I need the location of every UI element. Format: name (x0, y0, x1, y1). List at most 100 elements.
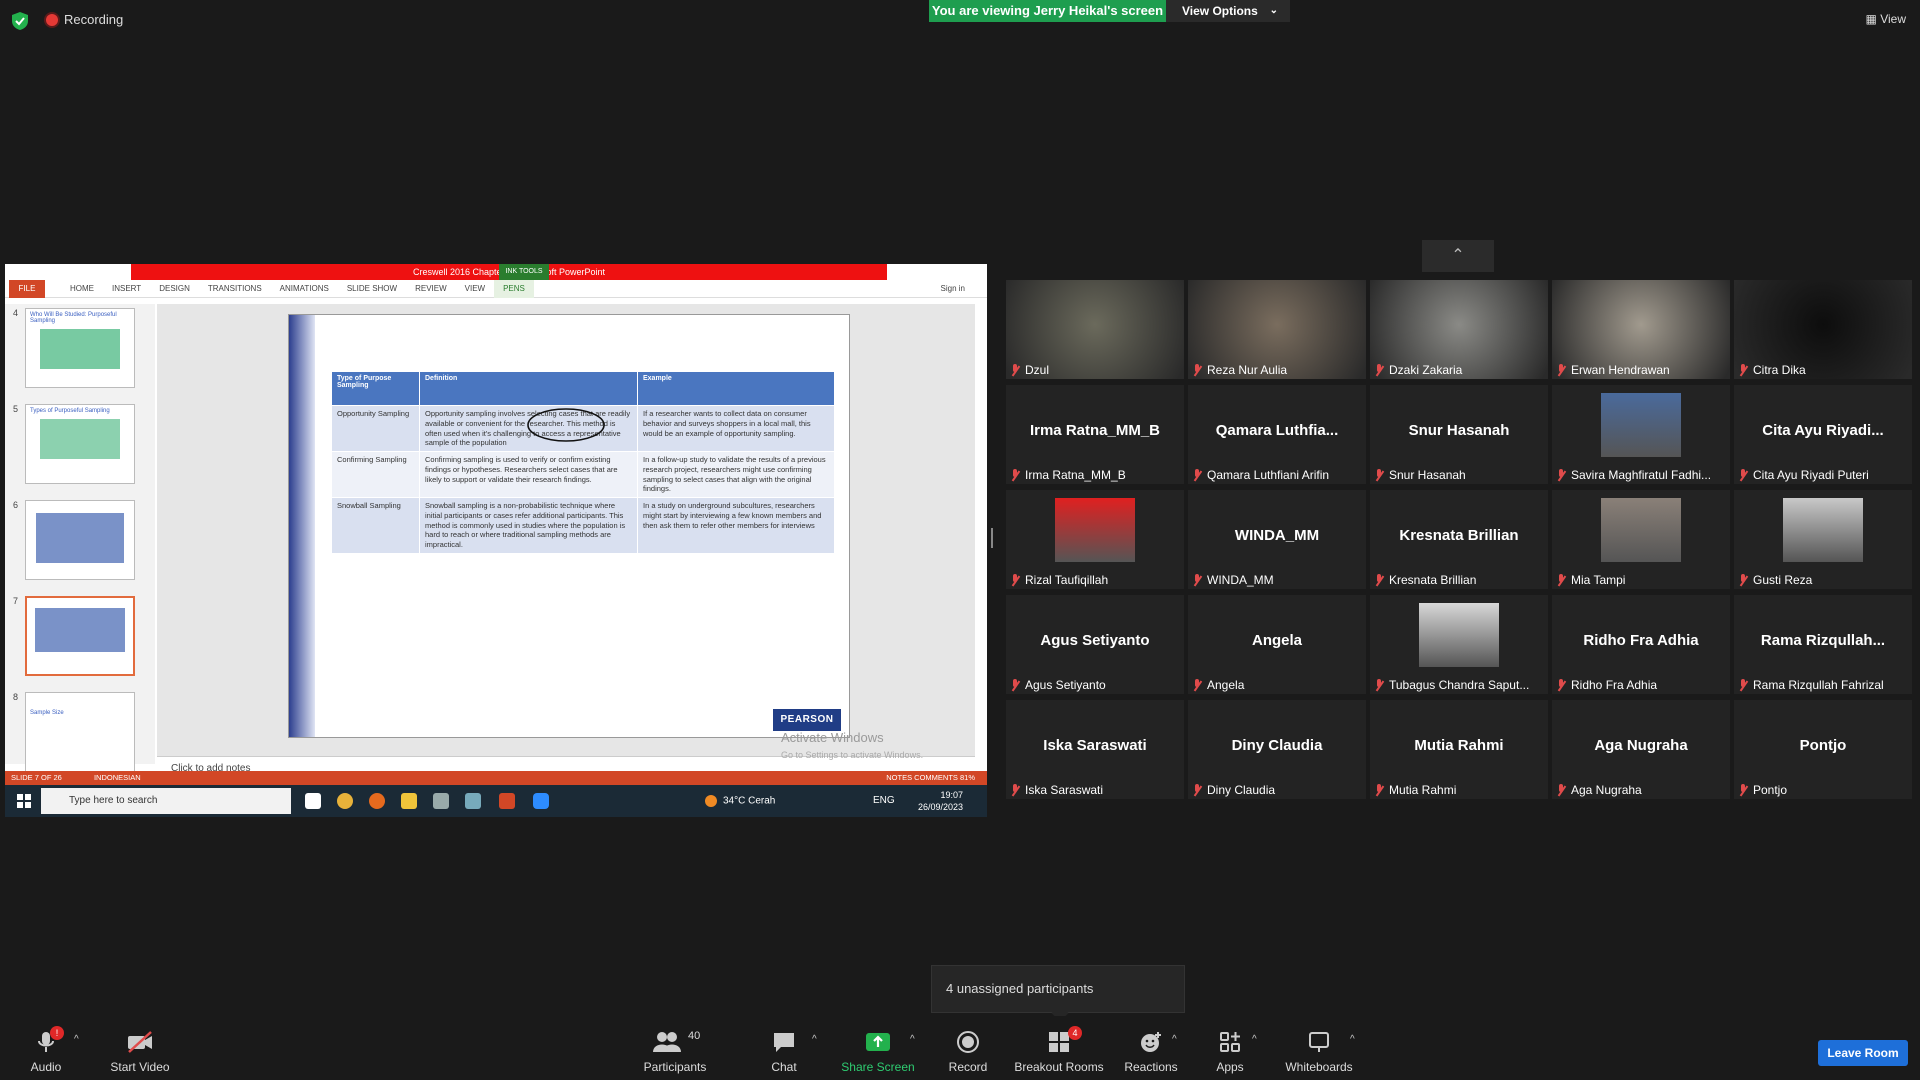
view-options-button[interactable]: View Options ⌄ (1166, 0, 1290, 22)
participants-label: Participants (643, 1060, 707, 1074)
settings-icon (433, 793, 449, 809)
ribbon-tab: HOME (70, 284, 94, 293)
activate-windows-title: Activate Windows (781, 730, 884, 745)
participant-tile[interactable]: Snur Hasanah Snur Hasanah (1370, 385, 1548, 484)
status-bar: SLIDE 7 OF 26 INDONESIAN NOTES COMMENTS … (5, 771, 987, 785)
participant-tile[interactable]: Ridho Fra Adhia Ridho Fra Adhia (1552, 595, 1730, 694)
participant-tile[interactable]: Savira Maghfiratul Fadhi... (1552, 385, 1730, 484)
muted-mic-icon (1192, 573, 1203, 587)
slide-thumbnail: Who Will Be Studied: Purposeful Sampling (25, 308, 135, 388)
participant-name: Mia Tampi (1571, 573, 1626, 587)
participant-tile[interactable]: Cita Ayu Riyadi... Cita Ayu Riyadi Puteri (1734, 385, 1912, 484)
participant-tile[interactable]: Rizal Taufiqillah (1006, 490, 1184, 589)
participant-label: Reza Nur Aulia (1192, 363, 1287, 377)
participant-tile[interactable]: Kresnata Brillian Kresnata Brillian (1370, 490, 1548, 589)
participant-display-name: Agus Setiyanto (1040, 632, 1150, 649)
sun-icon (705, 795, 717, 807)
participant-tile[interactable]: Diny Claudia Diny Claudia (1188, 700, 1366, 799)
muted-mic-icon (1738, 363, 1749, 377)
participant-label: Dzaki Zakaria (1374, 363, 1462, 377)
participant-tile[interactable]: Gusti Reza (1734, 490, 1912, 589)
muted-mic-icon (1192, 678, 1203, 692)
apps-button[interactable]: Apps (1210, 1030, 1250, 1074)
apps-options-caret[interactable]: ^ (1252, 1034, 1257, 1045)
participant-tile[interactable]: Mutia Rahmi Mutia Rahmi (1370, 700, 1548, 799)
audio-warning-badge: ! (50, 1026, 64, 1040)
weather-widget: 34°C Cerah (705, 795, 775, 807)
taskbar-clock: 19:07 26/09/2023 (918, 789, 963, 813)
participant-label: Ridho Fra Adhia (1556, 678, 1657, 692)
participant-tile[interactable]: Angela Angela (1188, 595, 1366, 694)
ink-tools-tab: INK TOOLS (499, 264, 549, 280)
breakout-rooms-button[interactable]: 4 Breakout Rooms (1012, 1026, 1106, 1074)
participant-label: Aga Nugraha (1556, 783, 1642, 797)
participant-name: Qamara Luthfiani Arifin (1207, 468, 1330, 482)
whiteboards-label: Whiteboards (1285, 1060, 1353, 1074)
recording-label[interactable]: Recording (64, 12, 123, 27)
participant-label: Erwan Hendrawan (1556, 363, 1670, 377)
share-screen-button[interactable]: Share Screen (838, 1030, 918, 1074)
participant-tile[interactable]: Agus Setiyanto Agus Setiyanto (1006, 595, 1184, 694)
audio-options-caret[interactable]: ^ (74, 1034, 79, 1045)
profile-picture (1055, 498, 1135, 562)
file-explorer-icon (401, 793, 417, 809)
participant-tile[interactable]: Aga Nugraha Aga Nugraha (1552, 700, 1730, 799)
participant-tile[interactable]: Erwan Hendrawan (1552, 280, 1730, 379)
table-row: Snowball Sampling Snowball sampling is a… (331, 497, 835, 554)
participant-tile[interactable]: Citra Dika (1734, 280, 1912, 379)
muted-mic-icon (1738, 678, 1749, 692)
participant-tile[interactable]: WINDA_MM WINDA_MM (1188, 490, 1366, 589)
record-label: Record (948, 1060, 988, 1074)
participant-name: Diny Claudia (1207, 783, 1276, 797)
muted-mic-icon (1374, 783, 1385, 797)
reactions-label: Reactions (1124, 1060, 1178, 1074)
participant-label: Tubagus Chandra Saput... (1374, 678, 1529, 692)
muted-mic-icon (1374, 363, 1385, 377)
participants-count: 40 (688, 1030, 701, 1042)
ribbon: FILE HOME INSERT DESIGN TRANSITIONS ANIM… (5, 280, 987, 298)
participant-tile[interactable]: Mia Tampi (1552, 490, 1730, 589)
participant-tile[interactable]: Dzul (1006, 280, 1184, 379)
participant-tile[interactable]: Rama Rizqullah... Rama Rizqullah Fahrizal (1734, 595, 1912, 694)
table-row: Confirming Sampling Confirming sampling … (331, 451, 835, 498)
participant-tile[interactable]: Tubagus Chandra Saput... (1370, 595, 1548, 694)
participant-tile[interactable]: Reza Nur Aulia (1188, 280, 1366, 379)
chat-options-caret[interactable]: ^ (812, 1034, 817, 1045)
whiteboards-options-caret[interactable]: ^ (1350, 1034, 1355, 1045)
participant-display-name: Kresnata Brillian (1399, 527, 1519, 544)
reactions-options-caret[interactable]: ^ (1172, 1034, 1177, 1045)
record-button[interactable]: Record (944, 1030, 992, 1074)
start-video-button[interactable]: Start Video (104, 1030, 176, 1074)
ribbon-tab: DESIGN (159, 284, 190, 293)
chevron-down-icon: ⌄ (1269, 5, 1278, 16)
participant-tile[interactable]: Iska Saraswati Iska Saraswati (1006, 700, 1184, 799)
view-button[interactable]: ▦ View (1866, 12, 1906, 26)
share-screen-icon (866, 1033, 890, 1051)
share-options-caret[interactable]: ^ (910, 1034, 915, 1045)
thumb-title: Types of Purposeful Sampling (30, 408, 110, 414)
whiteboards-button[interactable]: Whiteboards (1282, 1030, 1356, 1074)
participant-display-name: Aga Nugraha (1594, 737, 1688, 754)
leave-room-button[interactable]: Leave Room (1818, 1040, 1908, 1066)
participant-tile[interactable]: Pontjo Pontjo (1734, 700, 1912, 799)
ribbon-tab: TRANSITIONS (207, 284, 262, 293)
collapse-gallery-button[interactable]: ⌃ (1422, 240, 1494, 272)
participant-label: Cita Ayu Riyadi Puteri (1738, 468, 1869, 482)
table-header: Definition (419, 371, 638, 406)
unassigned-participants-tooltip[interactable]: 4 unassigned participants (931, 965, 1185, 1013)
split-handle[interactable] (991, 528, 993, 548)
view-options-label: View Options (1182, 4, 1258, 18)
participant-display-name: Angela (1251, 632, 1302, 649)
participant-tile[interactable]: Irma Ratna_MM_B Irma Ratna_MM_B (1006, 385, 1184, 484)
participant-name: Agus Setiyanto (1025, 678, 1106, 692)
participants-button[interactable]: 40 Participants (640, 1030, 710, 1074)
participant-name: Dzul (1025, 363, 1050, 377)
participant-label: Gusti Reza (1738, 573, 1812, 587)
chat-button[interactable]: Chat (764, 1030, 804, 1074)
ribbon-tab: ANIMATIONS (279, 284, 329, 293)
participant-tile[interactable]: Dzaki Zakaria (1370, 280, 1548, 379)
ribbon-tab: SLIDE SHOW (346, 284, 398, 293)
participant-tile[interactable]: Qamara Luthfia... Qamara Luthfiani Arifin (1188, 385, 1366, 484)
audio-button[interactable]: ! Audio (26, 1026, 66, 1074)
activate-windows-subtitle: Go to Settings to activate Windows. (781, 750, 924, 760)
